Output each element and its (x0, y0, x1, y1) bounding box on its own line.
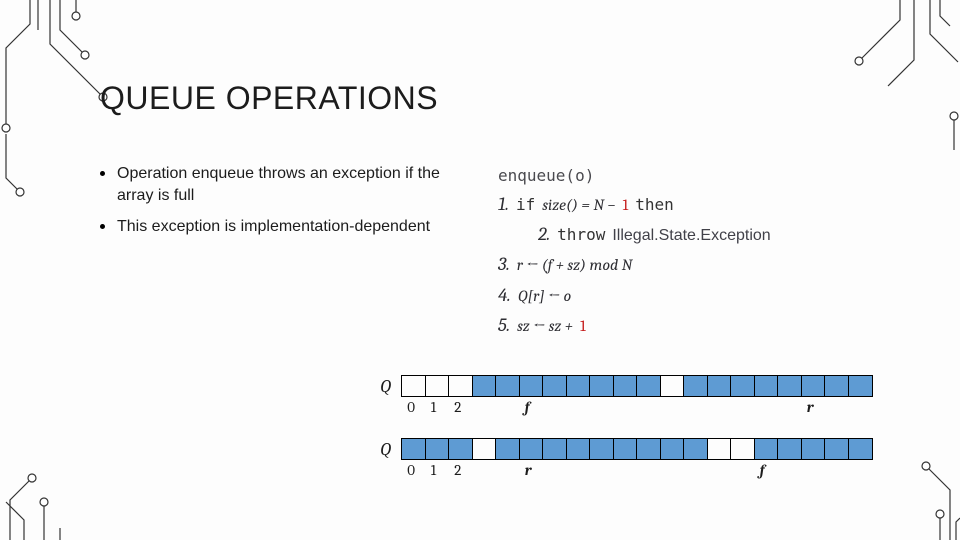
array-diagrams: Q012frQ012rf (380, 375, 873, 501)
array-cell (731, 439, 755, 459)
array-cell (802, 439, 826, 459)
slide-title: QUEUE OPERATIONS (100, 80, 920, 117)
array-cell (825, 439, 849, 459)
queue-label: Q (380, 376, 391, 397)
index-label: 0 (407, 461, 415, 479)
array-cell (520, 439, 544, 459)
array-cell (802, 376, 826, 396)
array-cell (496, 439, 520, 459)
index-label: 2 (454, 398, 461, 416)
array-cell (473, 376, 497, 396)
bullet-text: This exception is implementation-depende… (117, 216, 430, 238)
array-cell (590, 376, 614, 396)
array-cell (684, 376, 708, 396)
array-cell (520, 376, 544, 396)
list-item: This exception is implementation-depende… (100, 216, 470, 238)
list-item: Operation enqueue throws an exception if… (100, 163, 470, 206)
array-cell (402, 439, 426, 459)
array-cell (637, 376, 661, 396)
array-cell (614, 439, 638, 459)
array-cell (661, 439, 685, 459)
array-cell (637, 439, 661, 459)
array-cell (543, 376, 567, 396)
algo-fn: enqueue(o) (498, 163, 594, 189)
array-cell (614, 376, 638, 396)
array-row (401, 375, 873, 397)
bullet-text: Operation enqueue throws an exception if… (117, 163, 470, 206)
array-cell (567, 376, 591, 396)
pointer-label: r (525, 461, 532, 479)
algorithm-block: enqueue(o) 1.if size() = N − 1 then 2.th… (498, 163, 920, 341)
array-row (401, 438, 873, 460)
array-cell (402, 376, 426, 396)
array-cell (567, 439, 591, 459)
pointer-label: r (807, 398, 814, 416)
array-cell (543, 439, 567, 459)
pointer-label: f (760, 461, 765, 479)
index-label: 1 (431, 398, 436, 416)
array-cell (496, 376, 520, 396)
array-cell (755, 376, 779, 396)
array-cell (708, 439, 732, 459)
array-cell (778, 376, 802, 396)
array-cell (849, 376, 873, 396)
array-cell (778, 439, 802, 459)
array-cell (755, 439, 779, 459)
array-cell (473, 439, 497, 459)
array-cell (661, 376, 685, 396)
index-label: 1 (431, 461, 436, 479)
array-cell (849, 439, 873, 459)
pointer-label: f (525, 398, 530, 416)
index-label: 0 (407, 398, 415, 416)
array-cell (708, 376, 732, 396)
array-cell (825, 376, 849, 396)
array-cell (426, 439, 450, 459)
array-cell (590, 439, 614, 459)
array-cell (684, 439, 708, 459)
array-cell (731, 376, 755, 396)
array-cell (426, 376, 450, 396)
queue-label: Q (380, 439, 391, 460)
array-cell (449, 376, 473, 396)
bullet-list: Operation enqueue throws an exception if… (100, 163, 470, 341)
index-label: 2 (454, 461, 461, 479)
array-cell (449, 439, 473, 459)
